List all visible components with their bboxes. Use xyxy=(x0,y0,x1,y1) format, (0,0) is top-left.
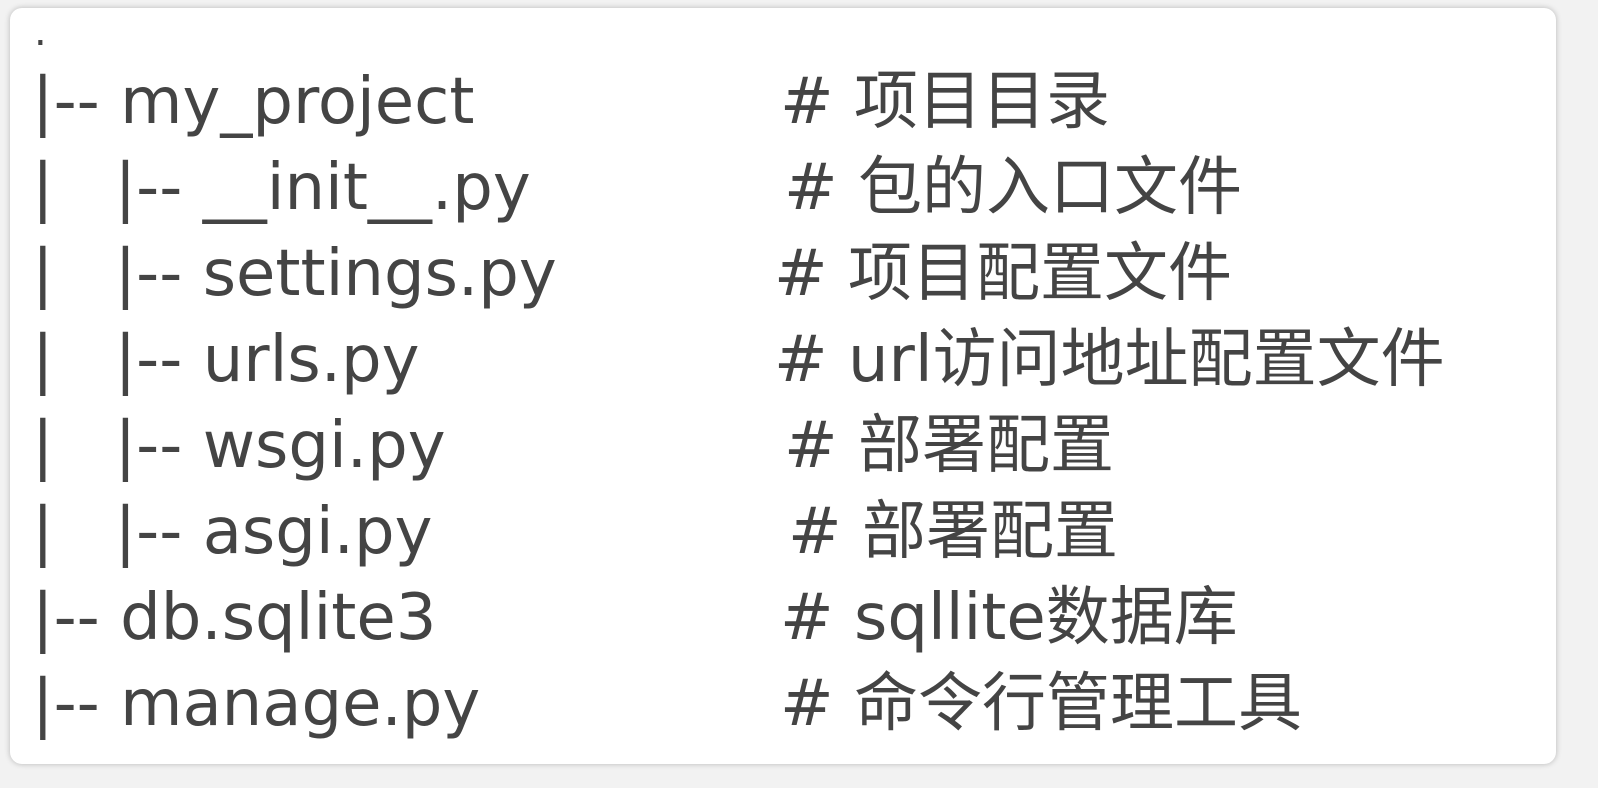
tree-path: | |-- wsgi.py xyxy=(32,409,446,483)
tree-comment: # 项目配置文件 xyxy=(774,237,1232,311)
tree-comment: # 包的入口文件 xyxy=(784,151,1242,225)
tree-root: . xyxy=(34,9,47,55)
tree-line-urls: | |-- urls.py # url访问地址配置文件 xyxy=(10,316,1556,404)
tree-line-my-project: |-- my_project # 项目目录 xyxy=(10,58,1556,146)
tree-comment: # 部署配置 xyxy=(788,495,1118,569)
tree-path: |-- manage.py xyxy=(32,667,481,741)
tree-comment: # 部署配置 xyxy=(784,409,1114,483)
tree-line-wsgi: | |-- wsgi.py # 部署配置 xyxy=(10,402,1556,490)
tree-line-settings: | |-- settings.py # 项目配置文件 xyxy=(10,230,1556,318)
tree-line-asgi: | |-- asgi.py # 部署配置 xyxy=(10,488,1556,576)
tree-line-init: | |-- __init__.py # 包的入口文件 xyxy=(10,144,1556,232)
tree-path: |-- db.sqlite3 xyxy=(32,581,437,655)
tree-comment: # 项目目录 xyxy=(780,65,1110,139)
tree-line-db-sqlite3: |-- db.sqlite3 # sqllite数据库 xyxy=(10,574,1556,662)
tree-path: |-- my_project xyxy=(32,65,475,139)
tree-path: | |-- settings.py xyxy=(32,237,557,311)
tree-path: | |-- asgi.py xyxy=(32,495,433,569)
tree-comment: # url访问地址配置文件 xyxy=(774,323,1445,397)
tree-line-manage: |-- manage.py # 命令行管理工具 xyxy=(10,660,1556,748)
directory-tree-card: . |-- my_project # 项目目录 | |-- __init__.p… xyxy=(10,8,1556,764)
tree-path: | |-- __init__.py xyxy=(32,151,531,225)
tree-comment: # sqllite数据库 xyxy=(780,581,1238,655)
tree-comment: # 命令行管理工具 xyxy=(780,667,1302,741)
tree-path: | |-- urls.py xyxy=(32,323,420,397)
